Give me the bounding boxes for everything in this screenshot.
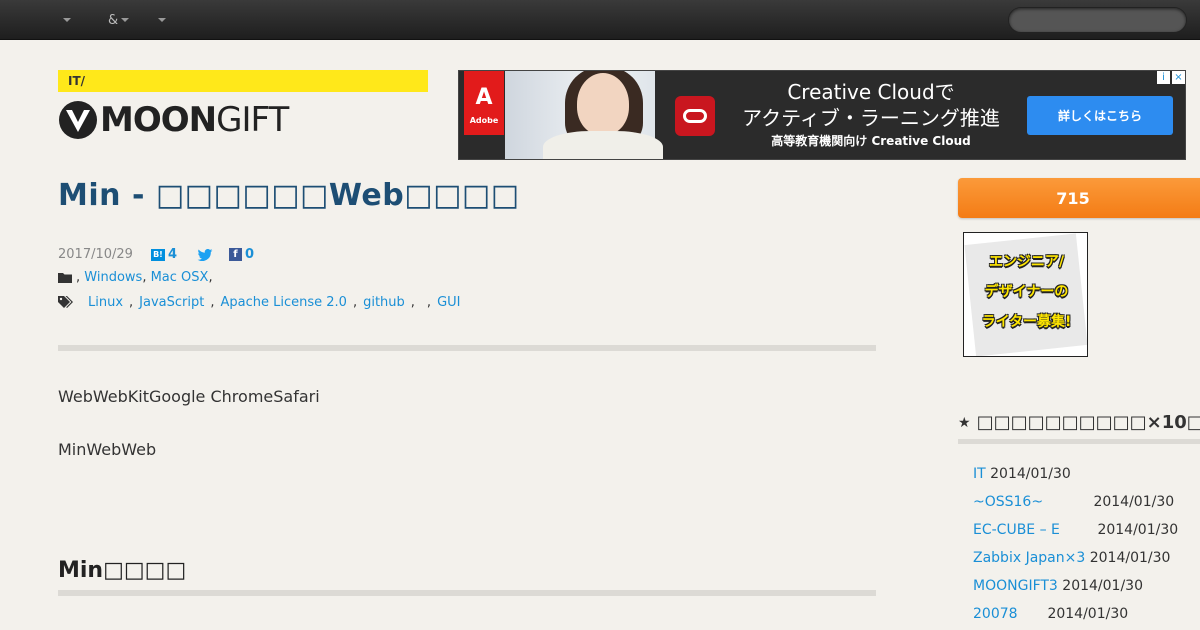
divider	[58, 590, 876, 596]
subscriber-count-button[interactable]: 715	[958, 178, 1200, 218]
popular-link[interactable]: 20078	[973, 604, 1043, 624]
list-item: 20078 2014/01/30	[973, 604, 1128, 624]
adobe-a-icon: A	[475, 85, 493, 110]
article-title[interactable]: Min - □□□□□□Web□□□□	[58, 178, 520, 213]
nav-item-2-label: &	[108, 12, 119, 28]
hatena-bookmark-icon[interactable]: B!	[150, 248, 165, 261]
popular-heading-text: □□□□□□□□□□×10□□	[976, 412, 1200, 433]
article-tags: Linux, JavaScript, Apache License 2.0, g…	[58, 295, 467, 310]
site-tagline: IT/	[58, 70, 428, 92]
tag-separator: ,	[210, 295, 215, 310]
adobe-label: Adobe	[469, 116, 499, 125]
folder-icon	[58, 273, 72, 283]
twitter-icon[interactable]	[197, 248, 213, 261]
divider	[58, 345, 876, 351]
logo-gift: GIFT	[216, 100, 289, 140]
list-item: MOONGIFT3 2014/01/30	[973, 576, 1143, 596]
tags-icon	[58, 296, 73, 308]
category-windows[interactable]: Windows	[84, 270, 142, 285]
article-meta: 2017/10/29 B! 4 f 0	[58, 247, 274, 262]
facebook-count[interactable]: 0	[245, 247, 254, 262]
writer-recruit-banner[interactable]: エンジニア/ デザイナーの ライター募集!	[963, 232, 1088, 357]
popular-link[interactable]: Zabbix Japan×3	[973, 550, 1085, 566]
popular-date: 2014/01/30	[1097, 522, 1179, 538]
adchoices-close-icon[interactable]: ×	[1172, 71, 1185, 84]
categories-suffix: ,	[208, 270, 213, 285]
star-icon: ★	[958, 414, 971, 431]
ad-photo	[505, 71, 663, 159]
hatena-count[interactable]: 4	[168, 247, 177, 262]
banner-line: エンジニア/	[988, 254, 1065, 270]
tag-separator: ,	[426, 295, 432, 310]
nav-item-3[interactable]	[155, 0, 166, 40]
tag-javascript[interactable]: JavaScript	[139, 295, 204, 310]
tag-github[interactable]: github	[363, 295, 405, 310]
logo-wordmark: MOONGIFT	[100, 100, 289, 140]
popular-link[interactable]: MOONGIFT3	[973, 578, 1058, 594]
section-heading: Min□□□□	[58, 558, 187, 583]
article-date: 2017/10/29	[58, 247, 133, 262]
site-logo[interactable]: MOONGIFT	[58, 100, 289, 140]
list-item: Zabbix Japan×3 2014/01/30	[973, 548, 1170, 568]
categories-prefix: ,	[76, 270, 81, 285]
nav-item-2[interactable]: &	[108, 0, 130, 40]
top-nav-bar: &	[0, 0, 1200, 40]
adobe-logo: A Adobe	[464, 71, 504, 135]
ad-details-button[interactable]: 詳しくはこちら	[1027, 96, 1173, 135]
search-box	[1008, 7, 1187, 33]
popular-link[interactable]: ~OSS16~	[973, 492, 1089, 512]
adchoices[interactable]: i ×	[1157, 71, 1185, 84]
popular-heading: ★ □□□□□□□□□□×10□□	[958, 412, 1200, 444]
ad-subtitle: 高等教育機関向け Creative Cloud	[771, 134, 971, 148]
creative-cloud-icon	[675, 96, 715, 136]
popular-date: 2014/01/30	[1089, 550, 1171, 566]
logo-moon: MOON	[100, 100, 217, 140]
chevron-down-icon	[63, 18, 71, 22]
ad-title-line2: アクティブ・ラーニング推進	[742, 106, 1000, 130]
list-item: EC-CUBE – E 2014/01/30	[973, 520, 1178, 540]
article-paragraph: MinWebWeb	[58, 440, 157, 459]
categories-separator: ,	[142, 270, 147, 285]
tag-linux[interactable]: Linux	[88, 295, 123, 310]
list-item: IT 2014/01/30	[973, 464, 1071, 484]
list-item: ~OSS16~ 2014/01/30	[973, 492, 1174, 512]
banner-line: デザイナーの	[984, 284, 1069, 300]
tag-separator: ,	[410, 295, 415, 310]
chevron-down-icon	[158, 18, 166, 22]
search-input[interactable]	[1009, 8, 1186, 32]
popular-date: 2014/01/30	[1062, 578, 1143, 594]
popular-date: 2014/01/30	[1093, 494, 1175, 510]
popular-link[interactable]: IT	[973, 466, 986, 482]
facebook-icon[interactable]: f	[228, 248, 242, 261]
popular-date: 2014/01/30	[990, 466, 1071, 482]
chevron-down-icon	[121, 18, 130, 22]
article-categories: , Windows, Mac OSX,	[58, 270, 213, 285]
popular-date: 2014/01/30	[1047, 606, 1129, 622]
banner-line: ライター募集!	[981, 314, 1072, 330]
moongift-logo-icon	[59, 101, 97, 139]
tag-apache-license[interactable]: Apache License 2.0	[220, 295, 346, 310]
ad-title-line1: Creative Cloudで	[787, 80, 955, 104]
adchoices-info-icon[interactable]: i	[1157, 71, 1170, 84]
popular-link[interactable]: EC-CUBE – E	[973, 520, 1093, 540]
tag-separator: ,	[129, 295, 134, 310]
nav-item-1[interactable]	[60, 0, 71, 40]
article-paragraph: WebWebKitGoogle ChromeSafari	[58, 387, 320, 406]
tag-separator: ,	[352, 295, 358, 310]
category-mac-osx[interactable]: Mac OSX	[151, 270, 209, 285]
banner-ad[interactable]: A Adobe Creative Cloudで アクティブ・ラーニング推進 高等…	[458, 70, 1186, 160]
tag-gui[interactable]: GUI	[437, 295, 460, 310]
